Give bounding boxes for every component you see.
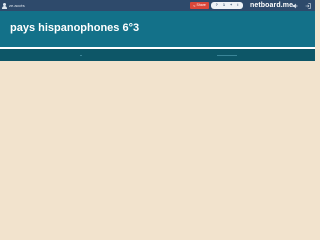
user-name: ze.accès [9, 3, 25, 8]
help-item[interactable]: ? [216, 2, 218, 9]
share-button[interactable]: < Share [190, 2, 209, 9]
login-button[interactable] [304, 1, 312, 10]
top-bar: ze.accès < Share ? 1 + i netboard.me [0, 0, 315, 11]
brand-logo[interactable]: netboard.me [250, 0, 293, 11]
columns-bar [0, 49, 315, 61]
count-item[interactable]: 1 [223, 2, 225, 9]
sound-button[interactable] [291, 1, 299, 10]
board-tools[interactable]: ? 1 + i [211, 2, 243, 9]
board-header: pays hispanophones 6°3 [0, 11, 315, 47]
column-marker [217, 55, 237, 56]
share-label: Share [196, 3, 206, 7]
share-icon: < [193, 3, 196, 8]
speaker-icon [292, 3, 298, 8]
board-area[interactable] [0, 61, 315, 210]
login-icon [305, 2, 311, 9]
user-icon [2, 2, 7, 9]
add-item[interactable]: + [230, 2, 232, 9]
board-title[interactable]: pays hispanophones 6°3 [10, 22, 139, 35]
column-marker [80, 55, 82, 56]
info-item[interactable]: i [237, 2, 238, 9]
user-menu[interactable]: ze.accès [2, 1, 25, 10]
